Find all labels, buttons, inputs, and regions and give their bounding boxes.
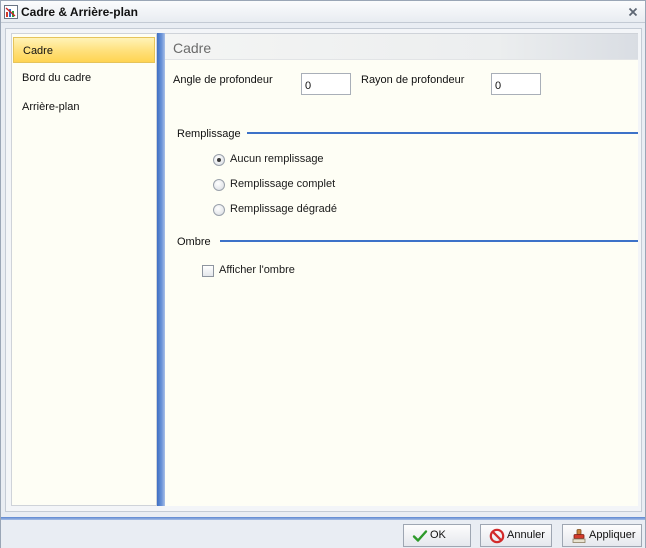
dialog-footer: OK Annuler Appliquer [1, 517, 645, 548]
no-entry-icon [489, 528, 505, 544]
cancel-button[interactable]: Annuler [480, 524, 552, 547]
radio-gradient-fill-button[interactable] [213, 204, 225, 216]
shadow-section-divider [220, 240, 638, 242]
panel-title: Cadre [173, 40, 212, 56]
title-bar[interactable]: Cadre & Arrière-plan [1, 1, 645, 23]
radio-no-fill-label: Aucun remplissage [230, 153, 324, 165]
apply-button[interactable]: Appliquer [562, 524, 642, 547]
sidebar-item-arriere-plan[interactable]: Arrière-plan [13, 94, 155, 120]
dialog-app-icon [4, 5, 18, 19]
window-title: Cadre & Arrière-plan [21, 5, 138, 19]
panel-header: Cadre [165, 34, 638, 60]
ok-button[interactable]: OK [403, 524, 471, 547]
radio-full-fill-button[interactable] [213, 179, 225, 191]
radio-no-fill-button[interactable] [213, 154, 225, 166]
depth-radius-label: Rayon de profondeur [361, 74, 465, 86]
close-icon[interactable] [627, 6, 639, 18]
footer-divider [1, 517, 645, 520]
sidebar-item-bord-du-cadre[interactable]: Bord du cadre [13, 65, 155, 91]
dialog-body: Cadre Bord du cadre Arrière-plan Cadre A… [5, 28, 642, 512]
cancel-button-label: Annuler [507, 529, 545, 541]
depth-radius-input[interactable] [491, 73, 541, 95]
show-shadow-checkbox[interactable] [202, 265, 214, 277]
depth-angle-label: Angle de profondeur [173, 74, 273, 86]
checkmark-icon [412, 528, 428, 544]
depth-angle-input[interactable] [301, 73, 351, 95]
sidebar-item-cadre[interactable]: Cadre [13, 37, 155, 63]
settings-panel: Cadre Angle de profondeur Rayon de profo… [165, 33, 638, 506]
sidebar-nav: Cadre Bord du cadre Arrière-plan [11, 33, 157, 506]
fill-section-divider [247, 132, 638, 134]
radio-full-fill-label: Remplissage complet [230, 178, 336, 190]
radio-gradient-fill-label: Remplissage dégradé [230, 203, 338, 215]
dialog-window: Cadre & Arrière-plan Cadre Bord du cadre… [0, 0, 646, 548]
ok-button-label: OK [430, 529, 446, 541]
stamp-icon [571, 528, 587, 544]
panel-divider-strip [157, 33, 165, 506]
fill-section-label: Remplissage [177, 128, 241, 140]
shadow-section-label: Ombre [177, 236, 211, 248]
apply-button-label: Appliquer [589, 529, 636, 541]
show-shadow-label: Afficher l'ombre [219, 264, 295, 276]
